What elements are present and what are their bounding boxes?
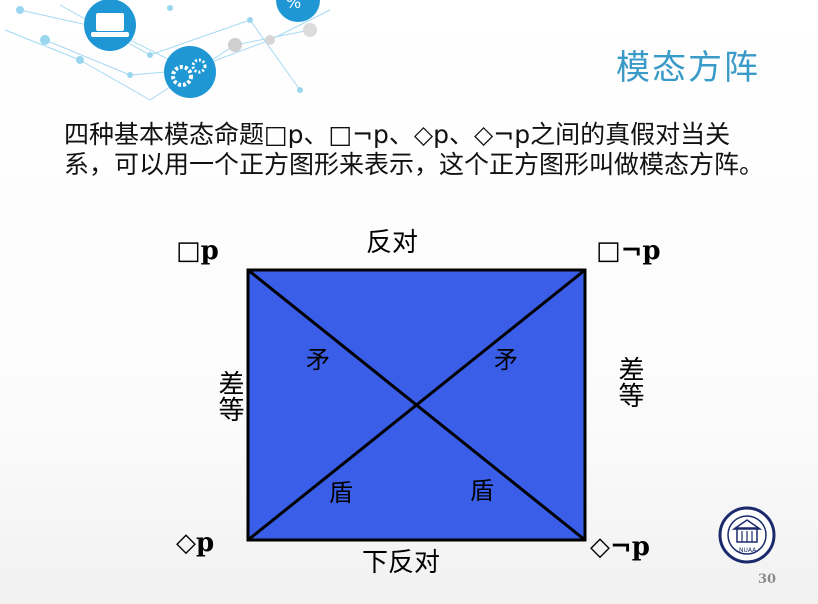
edge-bottom-label: 下反对 bbox=[362, 548, 441, 578]
edge-top-label: 反对 bbox=[366, 228, 419, 258]
university-seal-logo: NUAA bbox=[718, 506, 776, 564]
diagonal-label-upper-right: 矛 bbox=[494, 346, 518, 374]
corner-bottom-left: ◇p bbox=[176, 528, 215, 558]
diagonal-label-lower-left: 盾 bbox=[329, 479, 353, 507]
edge-right-label: 差等 bbox=[614, 356, 644, 408]
corner-top-left: □p bbox=[176, 236, 219, 266]
corner-top-right: □¬p bbox=[596, 236, 661, 266]
corner-bottom-right: ◇¬p bbox=[590, 532, 650, 562]
diagonal-label-lower-right: 盾 bbox=[470, 477, 494, 505]
svg-text:NUAA: NUAA bbox=[739, 547, 757, 554]
edge-left-label: 差等 bbox=[214, 370, 244, 422]
page-number: 30 bbox=[758, 572, 777, 587]
diagonal-label-upper-left: 矛 bbox=[306, 346, 330, 374]
modal-square-diagram bbox=[246, 268, 587, 542]
